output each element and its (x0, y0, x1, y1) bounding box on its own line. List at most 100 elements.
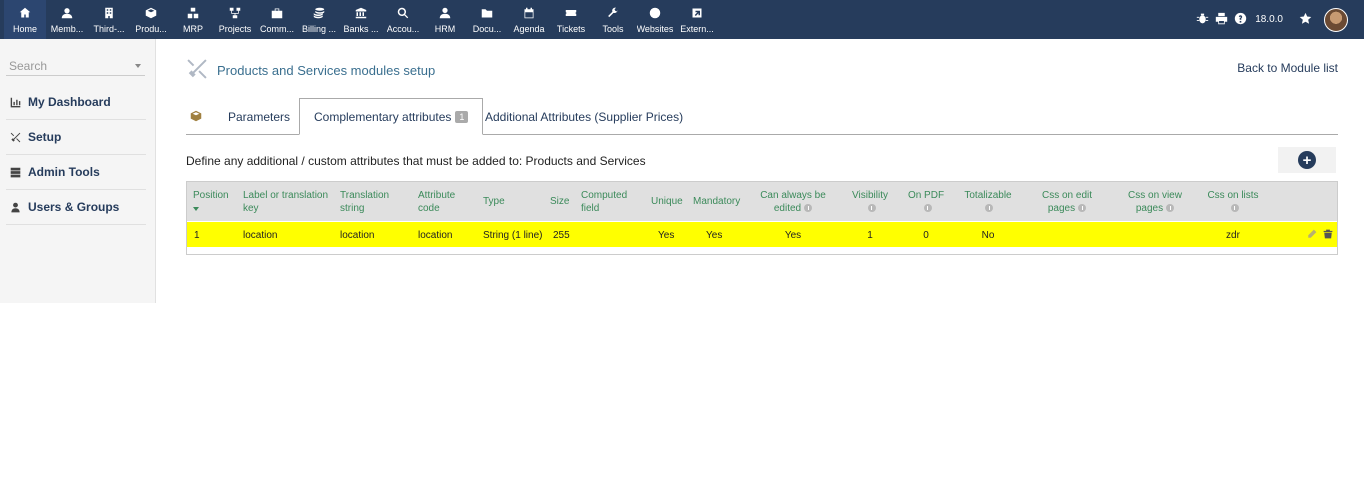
calendar-icon (523, 6, 535, 20)
col-type[interactable]: Type (483, 182, 505, 221)
sidebar-menu: My Dashboard Setup Admin Tools Users & G… (6, 85, 146, 225)
plus-circle-icon: + (1298, 151, 1316, 169)
col-label-key[interactable]: Label or translation key (243, 182, 333, 221)
printer-icon[interactable] (1215, 12, 1228, 28)
user-icon (61, 6, 73, 20)
col-label: Can always be edited (760, 189, 826, 214)
col-unique[interactable]: Unique (651, 182, 683, 221)
topnav-tools[interactable]: Tools (592, 0, 634, 39)
info-icon (804, 203, 813, 212)
topnav-label: Home (12, 24, 37, 34)
topnav-label: Accou... (386, 24, 420, 34)
search-input[interactable]: Search (6, 59, 135, 73)
count-badge: 1 (455, 110, 469, 123)
col-can-always-be-edited[interactable]: Can always be edited (755, 182, 831, 221)
topnav-label: Produ... (135, 24, 167, 34)
topnav-mrp[interactable]: MRP (172, 0, 214, 39)
col-translation-string[interactable]: Translation string (340, 182, 400, 221)
cell-unique: Yes (658, 229, 675, 241)
col-label: On PDF (907, 189, 945, 201)
back-to-module-list-link[interactable]: Back to Module list (1237, 61, 1338, 75)
page-title: Products and Services modules setup (217, 62, 436, 78)
add-attribute-button[interactable]: + (1278, 147, 1336, 173)
col-size[interactable]: Size (550, 182, 569, 221)
attributes-table: Position Label or translation key Transl… (186, 181, 1338, 255)
info-icon (867, 203, 876, 212)
top-menu-bar: Home Memb... Third-... Produ... MRP Proj… (0, 0, 1364, 39)
tab-label: Parameters (228, 110, 291, 124)
external-link-icon (691, 6, 703, 20)
topnav-tickets[interactable]: Tickets (550, 0, 592, 39)
server-icon (10, 167, 21, 177)
cell-on-pdf: 0 (923, 229, 929, 241)
col-visibility[interactable]: Visibility (847, 182, 893, 221)
topnav-label: Projects (218, 24, 252, 34)
topnav-projects[interactable]: Projects (214, 0, 256, 39)
topnav-banks[interactable]: Banks ... (340, 0, 382, 39)
bookmark-star-icon[interactable] (1299, 12, 1312, 28)
globe-icon (649, 6, 661, 20)
topnav-websites[interactable]: Websites (634, 0, 676, 39)
col-label: Css on view pages (1128, 189, 1182, 214)
topnav-label: Websites (636, 24, 674, 34)
topnav-thirdparties[interactable]: Third-... (88, 0, 130, 39)
suitcase-icon (271, 6, 283, 20)
tab-parameters[interactable]: Parameters (214, 99, 304, 135)
topnav-products[interactable]: Produ... (130, 0, 172, 39)
topnav-accounting[interactable]: Accou... (382, 0, 424, 39)
sidebar-item-label: My Dashboard (28, 95, 111, 109)
ticket-icon (565, 6, 577, 20)
topnav-agenda[interactable]: Agenda (508, 0, 550, 39)
col-css-lists[interactable]: Css on lists (1205, 182, 1261, 221)
table-row[interactable]: 1 location location location String (1 l… (187, 221, 1337, 247)
col-attribute-code[interactable]: Attribute code (418, 182, 468, 221)
topnav-external[interactable]: Extern... (676, 0, 718, 39)
tools-icon (10, 132, 21, 142)
col-css-edit[interactable]: Css on edit pages (1037, 182, 1097, 221)
topnav-members[interactable]: Memb... (46, 0, 88, 39)
topnav-home[interactable]: Home (4, 0, 46, 39)
cell-visibility: 1 (867, 229, 873, 241)
col-css-view[interactable]: Css on view pages (1125, 182, 1185, 221)
topnav-commercial[interactable]: Comm... (256, 0, 298, 39)
topnav-hrm[interactable]: HRM (424, 0, 466, 39)
col-totalizable[interactable]: Totalizable (961, 182, 1015, 221)
col-computed-field[interactable]: Computed field (581, 182, 631, 221)
col-position[interactable]: Position (193, 182, 229, 221)
user-tie-icon (439, 6, 451, 20)
col-label: Totalizable (964, 189, 1012, 201)
topnav-label: Tickets (556, 24, 586, 34)
sidebar-search[interactable]: Search (6, 57, 145, 76)
cell-size: 255 (553, 229, 570, 241)
wrench-icon (607, 6, 619, 20)
tab-additional-attributes[interactable]: Additional Attributes (Supplier Prices) (471, 99, 697, 135)
col-mandatory[interactable]: Mandatory (693, 182, 740, 221)
description-text: Define any additional / custom attribute… (186, 154, 646, 168)
sidebar-item-admin-tools[interactable]: Admin Tools (6, 155, 146, 190)
topnav-label: Extern... (680, 24, 714, 34)
sidebar-item-setup[interactable]: Setup (6, 120, 146, 155)
table-header: Position Label or translation key Transl… (187, 182, 1337, 221)
home-icon (19, 6, 31, 20)
topnav-documents[interactable]: Docu... (466, 0, 508, 39)
top-right-tools: 18.0.0 (1196, 0, 1348, 39)
col-on-pdf[interactable]: On PDF (905, 182, 947, 221)
tab-complementary-attributes[interactable]: Complementary attributes 1 (299, 98, 484, 135)
topnav-label: Comm... (259, 24, 294, 34)
help-icon[interactable] (1234, 12, 1247, 28)
sitemap-icon (229, 6, 241, 20)
user-avatar[interactable] (1324, 7, 1348, 32)
page-header: Products and Services modules setup Back… (186, 58, 1338, 81)
edit-pencil-icon[interactable] (1307, 228, 1317, 242)
bug-icon[interactable] (1196, 12, 1209, 28)
sidebar-item-label: Setup (28, 130, 62, 144)
tab-module-icon[interactable] (186, 99, 206, 135)
delete-trash-icon[interactable] (1323, 228, 1333, 242)
table-spacer (187, 247, 1337, 254)
topnav-billing[interactable]: Billing ... (298, 0, 340, 39)
cell-always-edited: Yes (784, 229, 802, 241)
sidebar-item-users-groups[interactable]: Users & Groups (6, 190, 146, 225)
sidebar-item-dashboard[interactable]: My Dashboard (6, 85, 146, 120)
chevron-down-icon[interactable] (135, 64, 141, 68)
topnav-label: Memb... (50, 24, 84, 34)
